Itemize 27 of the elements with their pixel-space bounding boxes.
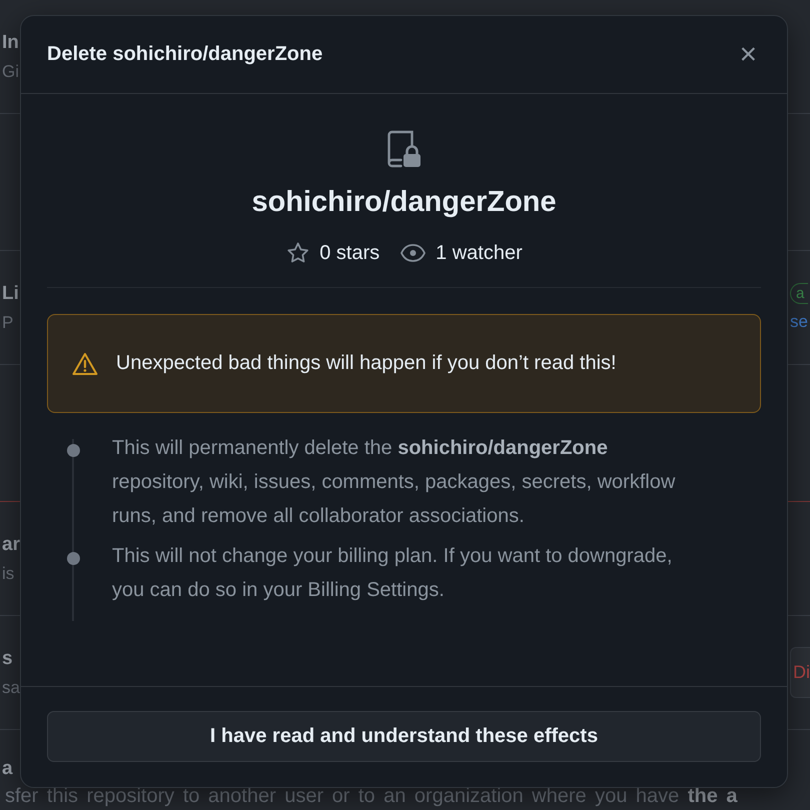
watcher-count: 1 watcher xyxy=(436,242,522,264)
setting-description: Gi xyxy=(2,62,19,82)
setting-title: Li xyxy=(2,282,19,304)
bullet-icon xyxy=(67,552,80,565)
setting-title: s xyxy=(2,648,14,670)
locked-repository-icon xyxy=(385,130,423,168)
warning-icon xyxy=(72,352,98,376)
effect-text: This will permanently delete the sohichiro/dangerZone repository, wiki, issues, comments, packages, secrets, workflow runs, and remove all collaborator associations. xyxy=(112,436,676,529)
star-icon xyxy=(286,241,310,265)
star-count: 0 stars xyxy=(320,242,380,264)
setting-title: ar xyxy=(2,534,20,556)
settings-link[interactable]: se xyxy=(790,312,808,332)
setting-description: P xyxy=(2,312,14,332)
repository-name: sohichiro/dangerZone xyxy=(252,186,556,219)
close-button[interactable]: × xyxy=(735,40,761,70)
setting-description: sfer this repository to another user or to an organization where you have the a xyxy=(5,786,738,806)
setting-title: In xyxy=(2,32,19,54)
warning-message: Unexpected bad things will happen if you don’t read this! xyxy=(116,352,616,375)
dialog-title: Delete sohichiro/dangerZone xyxy=(47,43,323,66)
effect-text: This will not change your billing plan. If you want to downgrade, you can do so in your Billing Settings. xyxy=(112,544,674,603)
bullet-icon xyxy=(67,444,80,457)
setting-description: sa xyxy=(2,678,20,698)
status-label: a xyxy=(790,283,808,304)
setting-title: a xyxy=(2,758,14,780)
confirm-button[interactable]: I have read and understand these effects xyxy=(47,710,761,762)
eye-icon xyxy=(400,243,426,263)
setting-description: is xyxy=(2,564,16,584)
